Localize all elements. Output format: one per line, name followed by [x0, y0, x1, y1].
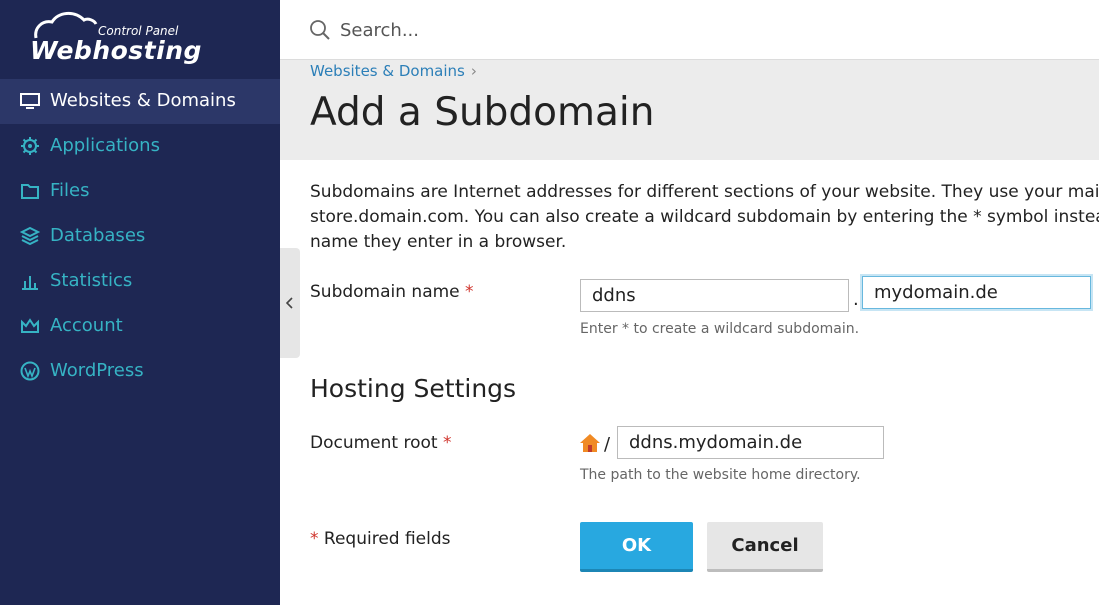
required-fields-note: * Required fields: [310, 529, 451, 549]
sidebar-item-label: Websites & Domains: [50, 90, 236, 111]
document-root-hint: The path to the website home directory.: [580, 467, 861, 483]
sidebar-item-label: Statistics: [50, 270, 133, 291]
sidebar-item-applications[interactable]: Applications: [0, 124, 280, 169]
sidebar-item-label: WordPress: [50, 360, 144, 381]
description-line: store.domain.com. You can also create a …: [310, 207, 1099, 227]
page-description: Subdomains are Internet addresses for di…: [310, 180, 1099, 255]
bar-chart-icon: [22, 276, 38, 290]
sidebar: Control Panel Webhosting Websites & Doma…: [0, 0, 280, 605]
folder-icon: [21, 184, 39, 199]
required-asterisk: *: [465, 282, 474, 302]
sidebar-item-files[interactable]: Files: [0, 169, 280, 214]
logo-title: Webhosting: [30, 36, 202, 65]
wordpress-icon: [20, 361, 40, 381]
required-fields-text: Required fields: [323, 529, 451, 549]
chevron-left-icon: [286, 297, 293, 309]
sidebar-item-label: Account: [50, 315, 123, 336]
document-root-label-text: Document root: [310, 433, 438, 453]
required-asterisk: *: [442, 433, 452, 453]
gear-icon: [21, 137, 39, 155]
subdomain-name-label: Subdomain name *: [310, 282, 474, 302]
search-input[interactable]: [338, 14, 842, 46]
required-asterisk: *: [310, 529, 319, 549]
cancel-button[interactable]: Cancel: [707, 522, 823, 572]
subdomain-name-input[interactable]: [580, 279, 849, 312]
sidebar-item-account[interactable]: Account: [0, 304, 280, 349]
sidebar-item-databases[interactable]: Databases: [0, 214, 280, 259]
monitor-icon: [20, 93, 40, 109]
crown-icon: [21, 318, 39, 333]
home-icon: [580, 434, 600, 452]
sidebar-item-statistics[interactable]: Statistics: [0, 259, 280, 304]
sidebar-collapse-button[interactable]: [280, 248, 300, 358]
breadcrumb-link-websites-domains[interactable]: Websites & Domains: [310, 62, 465, 80]
top-search-bar: [280, 0, 1099, 60]
layers-icon: [20, 226, 40, 246]
hosting-settings-heading: Hosting Settings: [310, 374, 517, 403]
path-separator: /: [604, 434, 611, 455]
subdomain-hint: Enter * to create a wildcard subdomain.: [580, 321, 860, 337]
ok-button[interactable]: OK: [580, 522, 693, 572]
sidebar-item-label: Files: [50, 180, 90, 201]
search-icon: [310, 20, 330, 40]
domain-separator-dot: .: [853, 289, 859, 310]
document-root-input[interactable]: [617, 426, 884, 459]
description-line: Subdomains are Internet addresses for di…: [310, 182, 1099, 202]
webhosting-logo[interactable]: Control Panel Webhosting: [28, 8, 201, 70]
document-root-label: Document root *: [310, 433, 451, 453]
sidebar-item-websites-domains[interactable]: Websites & Domains: [0, 79, 280, 124]
sidebar-item-wordpress[interactable]: WordPress: [0, 349, 280, 394]
parent-domain-select[interactable]: [862, 276, 1091, 309]
breadcrumb: Websites & Domains ›: [310, 62, 477, 80]
description-line: name they enter in a browser.: [310, 232, 567, 252]
sidebar-item-label: Applications: [50, 135, 160, 156]
breadcrumb-separator: ›: [470, 62, 477, 80]
sidebar-item-label: Databases: [50, 225, 146, 246]
subdomain-name-label-text: Subdomain name: [310, 282, 460, 302]
page-title: Add a Subdomain: [310, 90, 655, 135]
page-header: Websites & Domains › Add a Subdomain: [280, 60, 1099, 160]
